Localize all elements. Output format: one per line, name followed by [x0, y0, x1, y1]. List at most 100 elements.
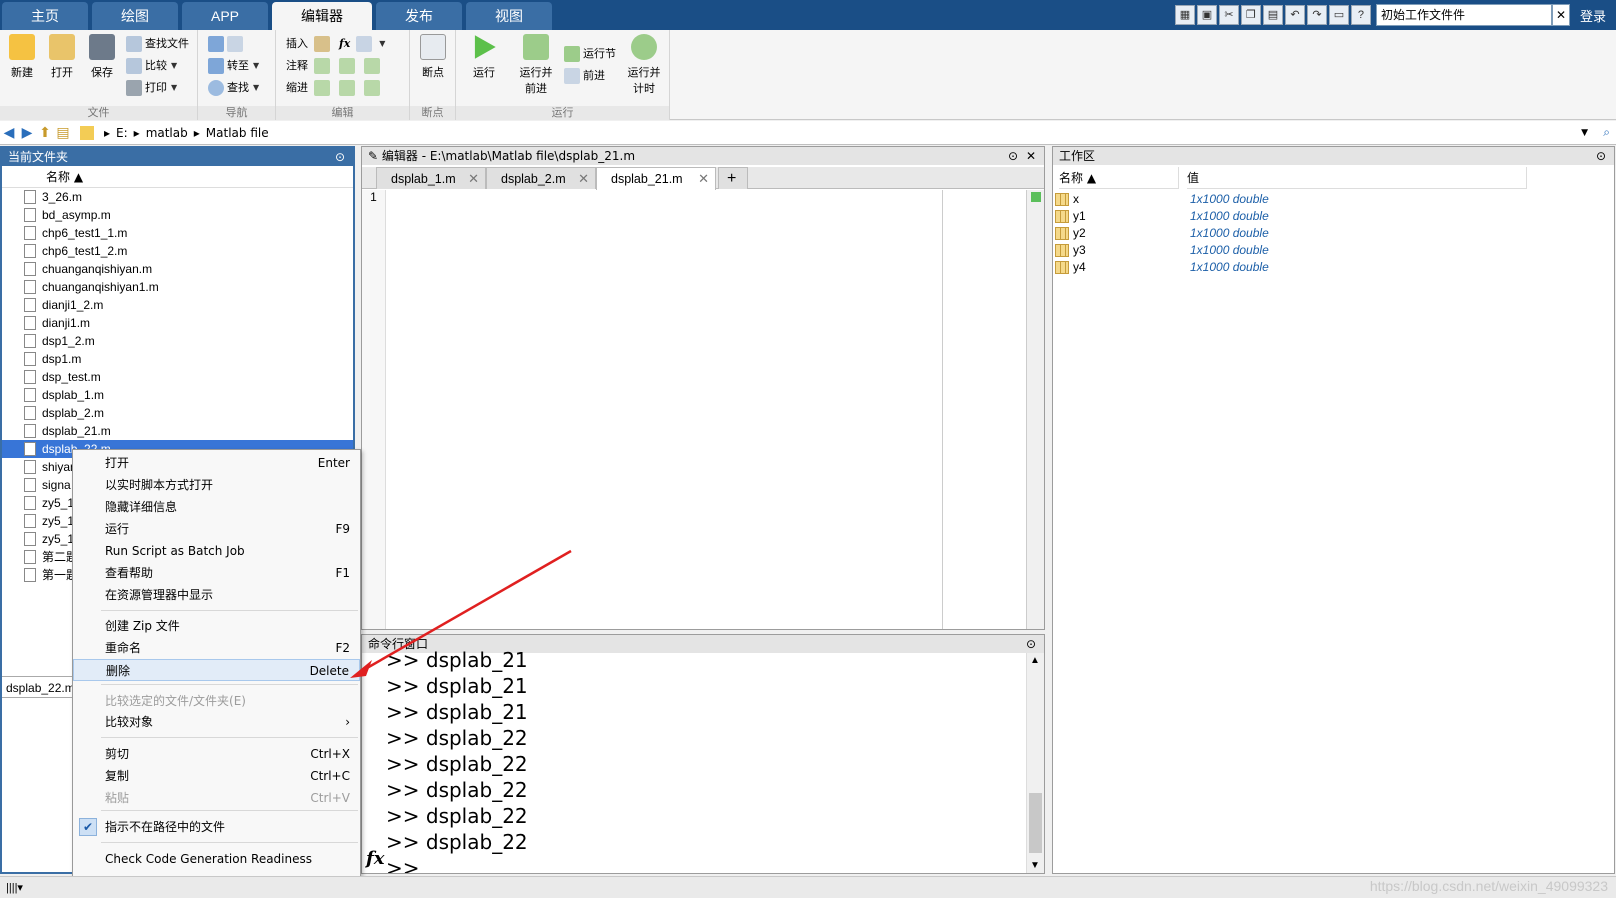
chevron-down-icon[interactable]: ▼	[1581, 128, 1588, 138]
file-row[interactable]: bd_asymp.m	[2, 206, 353, 224]
tab-dsplab-2[interactable]: dsplab_2.m ✕	[486, 167, 596, 189]
menu-item[interactable]: 重命名 F2	[73, 637, 360, 659]
path-folder-matlab[interactable]: matlab	[146, 126, 188, 140]
window-icon[interactable]: ▭	[1328, 5, 1349, 25]
close-tab-icon[interactable]: ✕	[468, 168, 479, 190]
goto-button[interactable]: 转至 ▼	[208, 56, 259, 76]
save-icon[interactable]: ▣	[1196, 5, 1217, 25]
workspace-name-header[interactable]: 名称 ▲	[1059, 167, 1179, 189]
workspace-var-row[interactable]: y2 1x1000 double	[1053, 225, 1614, 242]
workspace-value-header[interactable]: 值	[1187, 167, 1527, 189]
fx-icon[interactable]: fx	[366, 848, 384, 869]
close-tab-icon[interactable]: ✕	[698, 168, 709, 190]
print-button[interactable]: 打印 ▼	[126, 78, 177, 98]
menu-item[interactable]: 在资源管理器中显示	[73, 584, 360, 606]
save-button[interactable]: 保存	[82, 34, 122, 80]
file-row[interactable]: dsp1_2.m	[2, 332, 353, 350]
menu-item[interactable]: 隐藏详细信息	[73, 496, 360, 518]
file-row[interactable]: chuanganqishiyan.m	[2, 260, 353, 278]
panel-menu-icon[interactable]: ⊙	[1026, 635, 1036, 653]
menu-item[interactable]: 运行 F9	[73, 518, 360, 540]
tab-view[interactable]: 视图	[466, 2, 552, 30]
open-button[interactable]: 打开	[42, 34, 82, 80]
close-icon[interactable]: ✕	[1551, 4, 1570, 26]
name-column-header[interactable]: 名称 ▲	[2, 166, 353, 188]
menu-item[interactable]: 打开 Enter	[73, 452, 360, 474]
panel-menu-icon[interactable]: ⊙	[1008, 147, 1018, 165]
workspace-var-row[interactable]: y4 1x1000 double	[1053, 259, 1614, 276]
back-icon[interactable]: ◀	[0, 125, 18, 141]
menu-item[interactable]: 以实时脚本方式打开	[73, 474, 360, 496]
file-row[interactable]: chp6_test1_1.m	[2, 224, 353, 242]
menu-item[interactable]: ✔ 指示不在路径中的文件	[73, 816, 360, 838]
file-row[interactable]: dianji1.m	[2, 314, 353, 332]
compare-button[interactable]: 比较 ▼	[126, 56, 177, 76]
forward-icon[interactable]: ▶	[18, 125, 36, 141]
editor-scrollbar[interactable]	[1026, 190, 1044, 629]
panel-menu-icon[interactable]: ⊙	[1596, 147, 1606, 165]
search-icon[interactable]: ⌕	[1603, 125, 1610, 140]
tab-apps[interactable]: APP	[182, 2, 268, 30]
menu-item[interactable]: 删除 Delete	[73, 659, 360, 681]
file-row[interactable]: 3_26.m	[2, 188, 353, 206]
breakpoints-button[interactable]: 断点	[413, 34, 453, 80]
up-folder-icon[interactable]: ⬆	[36, 125, 54, 141]
back-forward-button[interactable]	[208, 34, 246, 54]
menu-item[interactable]: Run Script as Batch Job	[73, 540, 360, 562]
scroll-up-icon[interactable]: ▲	[1030, 655, 1040, 666]
file-row[interactable]: dsplab_2.m	[2, 404, 353, 422]
path-drive[interactable]: E:	[116, 126, 128, 140]
menu-item[interactable]: 复制 Ctrl+C	[73, 765, 360, 787]
copy-icon[interactable]: ❐	[1240, 5, 1261, 25]
paste-icon[interactable]: ▤	[1262, 5, 1283, 25]
find-button[interactable]: 查找 ▼	[208, 78, 259, 98]
comment-button[interactable]: 注释	[286, 56, 383, 76]
file-row[interactable]: dsp_test.m	[2, 368, 353, 386]
tab-home[interactable]: 主页	[2, 2, 88, 30]
path-folder-matlab-file[interactable]: Matlab file	[206, 126, 269, 140]
close-icon[interactable]: ✕	[1026, 147, 1036, 165]
workspace-var-row[interactable]: x 1x1000 double	[1053, 191, 1614, 208]
tab-dsplab-1[interactable]: dsplab_1.m ✕	[376, 167, 486, 189]
undo-icon[interactable]: ↶	[1284, 5, 1305, 25]
workspace-var-row[interactable]: y1 1x1000 double	[1053, 208, 1614, 225]
run-time-button[interactable]: 运行并 计时	[622, 34, 666, 96]
menu-item[interactable]: 剪切 Ctrl+X	[73, 743, 360, 765]
file-row[interactable]: dsplab_21.m	[2, 422, 353, 440]
tab-publish[interactable]: 发布	[376, 2, 462, 30]
tab-plots[interactable]: 绘图	[92, 2, 178, 30]
panel-menu-icon[interactable]: ⊙	[335, 148, 345, 166]
file-row[interactable]: dianji1_2.m	[2, 296, 353, 314]
file-row[interactable]: dsplab_1.m	[2, 386, 353, 404]
file-row[interactable]: chuanganqishiyan1.m	[2, 278, 353, 296]
run-section-button[interactable]: 运行节	[564, 44, 616, 64]
browse-icon[interactable]: ▤	[54, 125, 72, 141]
run-advance-button[interactable]: 运行并 前进	[514, 34, 558, 96]
advance-button[interactable]: 前进	[564, 66, 605, 86]
search-documentation-input[interactable]: 初始工作文件件	[1375, 4, 1552, 26]
fx-icon[interactable]: fx	[339, 34, 350, 54]
find-files-button[interactable]: 查找文件	[126, 34, 189, 54]
workspace-var-row[interactable]: y3 1x1000 double	[1053, 242, 1614, 259]
insert-button[interactable]: 插入 fx ▼	[286, 34, 385, 54]
menu-item[interactable]: 比较对象 ›	[73, 711, 360, 733]
login-link[interactable]: 登录	[1570, 6, 1616, 25]
run-button[interactable]: 运行	[464, 34, 504, 80]
tab-dsplab-21[interactable]: dsplab_21.m ✕	[596, 167, 716, 190]
command-scrollbar[interactable]: ▲ ▼	[1026, 653, 1044, 873]
menu-item[interactable]: Check Code Generation Readiness	[73, 848, 360, 870]
help-icon[interactable]: ?	[1350, 5, 1371, 25]
menu-item[interactable]: 查看帮助 F1	[73, 562, 360, 584]
file-row[interactable]: dsp1.m	[2, 350, 353, 368]
indent-button[interactable]: 缩进	[286, 78, 383, 98]
new-button[interactable]: 新建	[2, 34, 42, 80]
file-row[interactable]: chp6_test1_2.m	[2, 242, 353, 260]
redo-icon[interactable]: ↷	[1306, 5, 1327, 25]
cut-icon[interactable]: ✂	[1218, 5, 1239, 25]
scroll-thumb[interactable]	[1029, 793, 1042, 853]
close-tab-icon[interactable]: ✕	[578, 168, 589, 190]
scroll-down-icon[interactable]: ▼	[1030, 860, 1040, 871]
tab-editor[interactable]: 编辑器	[272, 2, 372, 30]
add-tab-button[interactable]: +	[718, 167, 748, 189]
command-output[interactable]: >> dsplab_21 >> dsplab_21 >> dsplab_21 >> d…	[386, 647, 1026, 873]
